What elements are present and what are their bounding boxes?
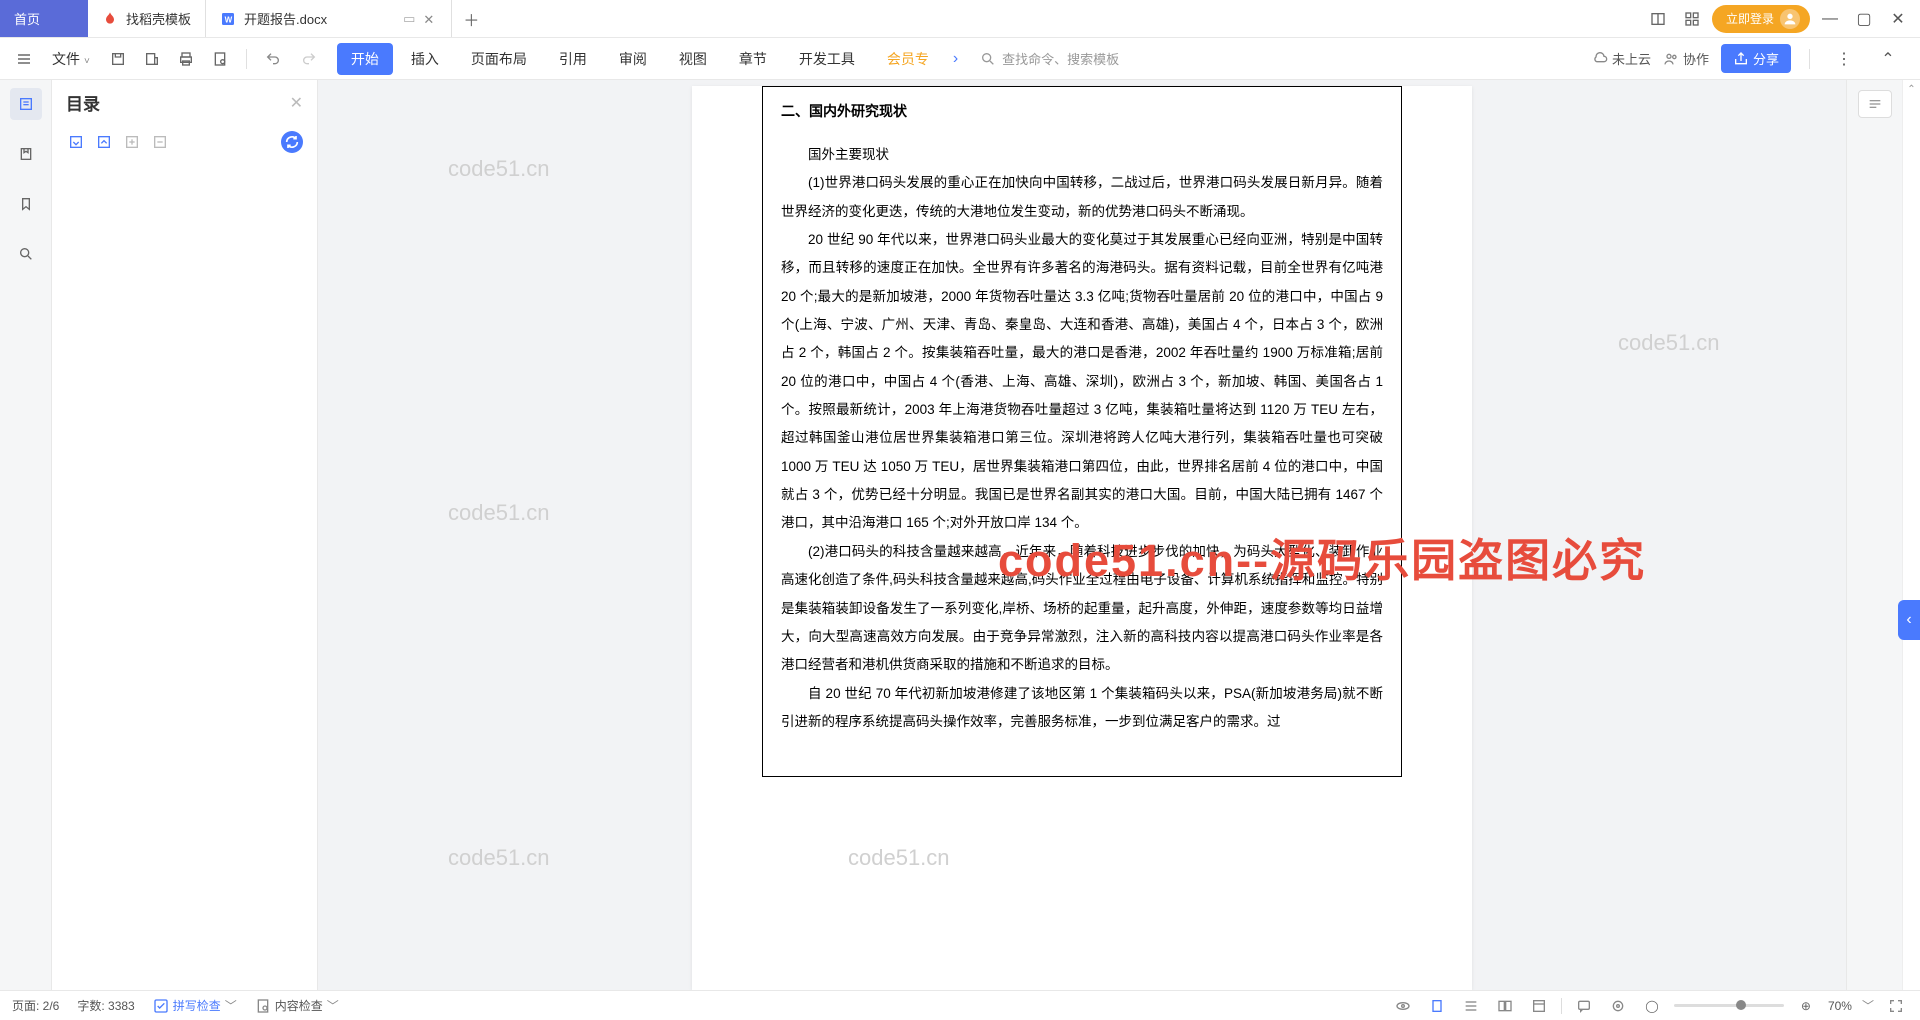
refresh-toc-icon[interactable] [281, 131, 303, 153]
tab-home-label: 首页 [14, 9, 40, 28]
menu-bar: 文件 开始 插入 页面布局 引用 审阅 视图 章节 开发工具 会员专 › 查找命… [0, 38, 1920, 80]
left-rail [0, 80, 52, 990]
page-indicator[interactable]: 页面: 2/6 [12, 997, 59, 1014]
tab-chapter[interactable]: 章节 [725, 43, 781, 75]
document-page: 二、国内外研究现状 国外主要现状 (1)世界港口码头发展的重心正在加快向中国转移… [692, 86, 1472, 990]
layout-icon[interactable] [1644, 5, 1672, 33]
minimize-icon[interactable]: — [1816, 5, 1844, 33]
export-icon[interactable] [136, 43, 168, 75]
save-icon[interactable] [102, 43, 134, 75]
close-icon[interactable]: ✕ [423, 12, 437, 26]
login-button[interactable]: 立即登录 [1712, 5, 1810, 33]
comment-icon[interactable] [1572, 994, 1596, 1018]
search-placeholder: 查找命令、搜索模板 [1002, 49, 1119, 68]
grid-icon[interactable] [1678, 5, 1706, 33]
tab-insert[interactable]: 插入 [397, 43, 453, 75]
chevron-down-icon[interactable]: ﹀ [1862, 997, 1874, 1014]
settings-icon[interactable] [1606, 994, 1630, 1018]
doc-check-icon [255, 998, 271, 1014]
tab-label: 开题报告.docx [244, 9, 327, 28]
window-close-icon[interactable]: ✕ [1884, 5, 1912, 33]
check-icon [153, 998, 169, 1014]
outline-view-icon[interactable] [1459, 994, 1483, 1018]
eye-icon[interactable] [1391, 994, 1415, 1018]
tab-label: 找稻壳模板 [126, 9, 191, 28]
word-count[interactable]: 字数: 3383 [77, 997, 134, 1014]
toc-title: 目录 [66, 90, 100, 115]
right-rail [1846, 80, 1902, 990]
maximize-icon[interactable]: ▢ [1850, 5, 1878, 33]
zoom-in-icon[interactable]: ⊕ [1794, 994, 1818, 1018]
bookmark-rail-icon[interactable] [10, 138, 42, 170]
zoom-out-icon[interactable]: ◯ [1640, 994, 1664, 1018]
people-icon [1663, 51, 1679, 67]
redo-icon[interactable] [293, 43, 325, 75]
svg-text:W: W [225, 15, 233, 24]
body-paragraph: (2)港口码头的科技含量越来越高，近年来，随着科技进步步伐的加快，为码头大型化、… [781, 538, 1383, 680]
flame-icon [102, 11, 118, 27]
word-icon: W [220, 11, 236, 27]
search-icon [980, 51, 996, 67]
page-view-icon[interactable] [1425, 994, 1449, 1018]
share-button[interactable]: 分享 [1721, 44, 1791, 73]
more-icon[interactable]: ⋮ [1828, 43, 1860, 75]
zoom-slider[interactable] [1674, 1004, 1784, 1007]
tab-templates[interactable]: 找稻壳模板 [88, 0, 205, 37]
body-paragraph: 国外主要现状 [781, 141, 1383, 169]
remove-toc-icon[interactable] [150, 132, 170, 152]
tab-view[interactable]: 视图 [665, 43, 721, 75]
body-paragraph: 20 世纪 90 年代以来，世界港口码头业最大的变化莫过于其发展重心已经向亚洲，… [781, 226, 1383, 538]
body-paragraph: 自 20 世纪 70 年代初新加坡港修建了该地区第 1 个集装箱码头以来，PSA… [781, 680, 1383, 737]
print-icon[interactable] [170, 43, 202, 75]
chevron-right-icon[interactable]: › [947, 50, 964, 68]
content-check[interactable]: 内容检查 ﹀ [255, 997, 339, 1014]
avatar-icon [1780, 9, 1800, 29]
chevron-up-icon[interactable]: ⌃ [1903, 84, 1920, 95]
expand-all-icon[interactable] [94, 132, 114, 152]
hamburger-icon[interactable] [8, 43, 40, 75]
cloud-icon [1592, 51, 1608, 67]
new-tab-button[interactable]: ＋ [452, 0, 490, 37]
file-menu[interactable]: 文件 [44, 49, 98, 69]
tag-rail-icon[interactable] [10, 188, 42, 220]
tab-review[interactable]: 审阅 [605, 43, 661, 75]
web-view-icon[interactable] [1527, 994, 1551, 1018]
undo-icon[interactable] [257, 43, 289, 75]
collapse-all-icon[interactable] [66, 132, 86, 152]
side-drawer-handle[interactable]: ‹ [1898, 600, 1920, 640]
tab-layout[interactable]: 页面布局 [457, 43, 541, 75]
tab-home[interactable]: 首页 [0, 0, 88, 37]
reading-view-icon[interactable] [1493, 994, 1517, 1018]
document-viewport[interactable]: code51.cn code51.cn code51.cn code51.cn … [318, 80, 1846, 990]
preview-icon[interactable] [204, 43, 236, 75]
collab-button[interactable]: 协作 [1663, 49, 1709, 68]
tab-document[interactable]: W 开题报告.docx ▭ ✕ [206, 0, 451, 37]
cloud-status[interactable]: 未上云 [1592, 49, 1651, 68]
body-paragraph: (1)世界港口码头发展的重心正在加快向中国转移，二战过后，世界港口码头发展日新月… [781, 169, 1383, 226]
tab-dev[interactable]: 开发工具 [785, 43, 869, 75]
search-rail-icon[interactable] [10, 238, 42, 270]
toc-panel: 目录 ✕ [52, 80, 318, 990]
search-input[interactable]: 查找命令、搜索模板 [980, 49, 1119, 68]
chevron-down-icon [84, 51, 90, 67]
toc-rail-icon[interactable] [10, 88, 42, 120]
fullscreen-icon[interactable] [1884, 994, 1908, 1018]
zoom-level[interactable]: 70% [1828, 999, 1852, 1013]
window-icon[interactable]: ▭ [403, 11, 415, 27]
title-bar: 首页 找稻壳模板 W 开题报告.docx ▭ ✕ ＋ 立即登录 — ▢ ✕ [0, 0, 1920, 38]
collapse-icon[interactable]: ⌃ [1872, 43, 1904, 75]
share-icon [1733, 51, 1749, 67]
spell-check[interactable]: 拼写检查 ﹀ [153, 997, 237, 1014]
section-heading: 二、国内外研究现状 [781, 101, 1383, 121]
tab-ref[interactable]: 引用 [545, 43, 601, 75]
zoom-thumb[interactable] [1736, 1000, 1746, 1010]
close-icon[interactable]: ✕ [290, 93, 303, 113]
tab-vip[interactable]: 会员专 [873, 43, 943, 75]
tab-start[interactable]: 开始 [337, 43, 393, 75]
status-bar: 页面: 2/6 字数: 3383 拼写检查 ﹀ 内容检查 ﹀ ◯ ⊕ 70% ﹀ [0, 990, 1920, 1020]
content-area: 目录 ✕ code51.cn code51.cn code51.cn code5… [0, 80, 1920, 990]
toggle-panel-icon[interactable] [1858, 90, 1892, 118]
add-toc-icon[interactable] [122, 132, 142, 152]
scrollbar-rail[interactable]: ⌃ [1902, 80, 1920, 990]
